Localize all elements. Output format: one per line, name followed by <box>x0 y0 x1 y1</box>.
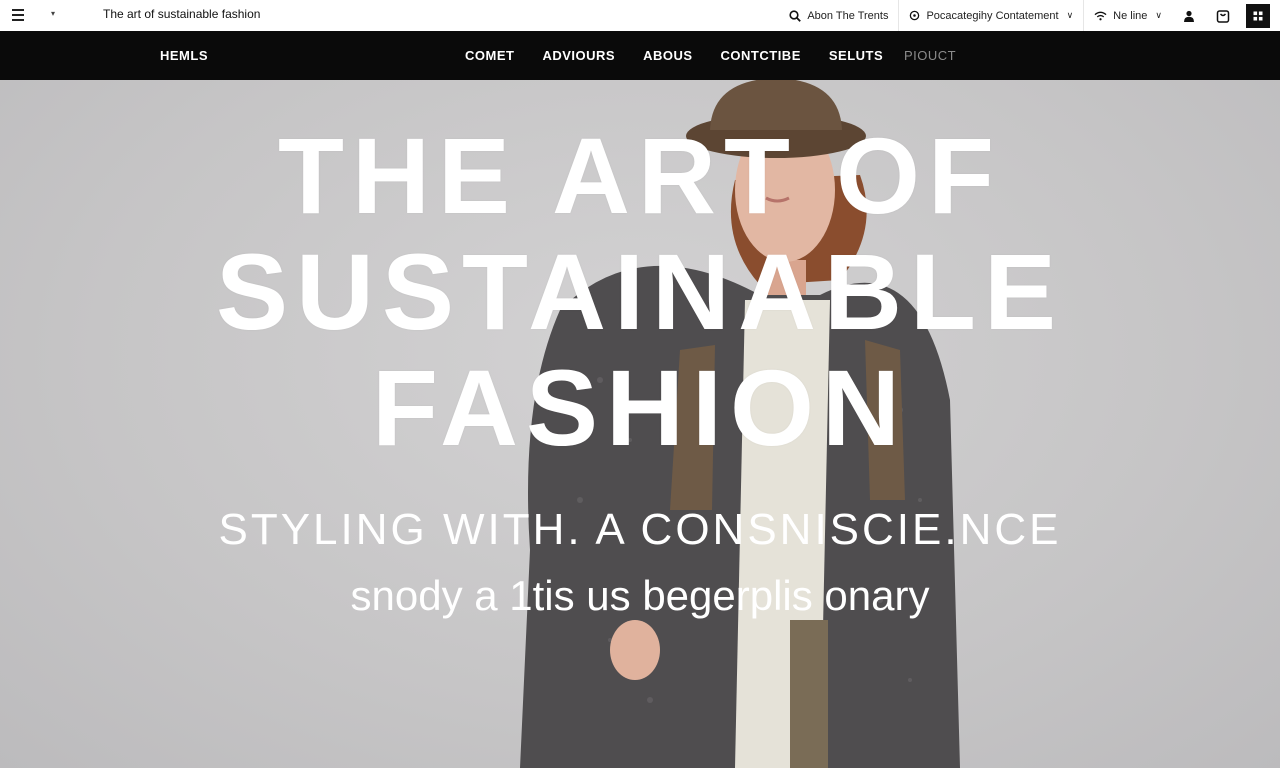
refresh-icon <box>910 10 920 21</box>
site-title: The art of sustainable fashion <box>103 7 261 21</box>
chevron-down-icon[interactable]: ▾ <box>46 7 60 21</box>
nav-link-adviours[interactable]: ADVIOURS <box>542 48 615 63</box>
hero-headline: THE ART OF SUSTAINABLE FASHION <box>0 118 1280 466</box>
menu-icon[interactable] <box>9 6 29 24</box>
chevron-down-icon: ∨ <box>1155 10 1162 20</box>
chevron-down-icon: ∨ <box>1066 10 1074 20</box>
hero-section: THE ART OF SUSTAINABLE FASHION STYLING W… <box>0 80 1280 768</box>
search-icon <box>789 9 802 22</box>
nav-links: COMET ADVIOURS ABOUS CONTCTIBE SELUTS <box>465 31 911 80</box>
top-utility-bar: ▾ The art of sustainable fashion Abon Th… <box>0 0 1280 31</box>
headline-line: FASHION <box>371 347 909 468</box>
headline-line: THE ART OF <box>278 115 1002 236</box>
main-navbar: HEMLS COMET ADVIOURS ABOUS CONTCTIBE SEL… <box>0 31 1280 80</box>
network-label: Ne line <box>1113 9 1148 22</box>
category-dropdown[interactable]: Pocacategihy Contatement ∨ <box>899 0 1083 31</box>
nav-link-abous[interactable]: ABOUS <box>643 48 692 63</box>
nav-link-comet[interactable]: COMET <box>465 48 514 63</box>
headline-line: SUSTAINABLE <box>215 231 1064 352</box>
topbar-actions: Abon The Trents Pocacategihy Contatement… <box>779 0 1270 31</box>
user-icon[interactable] <box>1172 0 1206 31</box>
wifi-icon <box>1094 11 1107 20</box>
nav-link-seluts[interactable]: SELUTS <box>829 48 883 63</box>
nav-link-contctibe[interactable]: CONTCTIBE <box>721 48 801 63</box>
hero-subheadline: STYLING WITH. A CONSNISCIE.NCE <box>218 505 1062 554</box>
bag-icon[interactable] <box>1206 0 1240 31</box>
network-dropdown[interactable]: Ne line ∨ <box>1084 0 1172 31</box>
hero-tagline: snody a 1tis us begerplis onary <box>350 572 930 619</box>
brand-link[interactable]: HEMLS <box>160 48 208 63</box>
search-label: Abon The Trents <box>807 9 889 22</box>
grid-icon[interactable] <box>1246 3 1270 28</box>
search-link[interactable]: Abon The Trents <box>779 0 898 31</box>
nav-link-pioucut[interactable]: PIOUCT <box>904 48 956 63</box>
category-label: Pocacategihy Contatement <box>926 9 1059 22</box>
